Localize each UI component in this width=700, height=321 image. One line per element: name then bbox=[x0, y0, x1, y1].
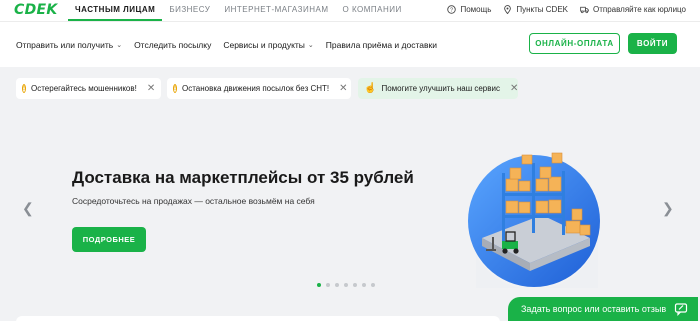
carousel-dot[interactable] bbox=[362, 283, 366, 287]
tab-about[interactable]: О КОМПАНИИ bbox=[336, 0, 409, 21]
hero-title: Доставка на маркетплейсы от 35 рублей bbox=[72, 168, 414, 187]
top-bar: CDEK ЧАСТНЫМ ЛИЦАМ БИЗНЕСУ ИНТЕРНЕТ-МАГА… bbox=[0, 0, 700, 21]
carousel-prev-arrow[interactable]: ❮ bbox=[22, 200, 34, 217]
notice-text: Помогите улучшить наш сервис bbox=[381, 84, 500, 93]
feedback-button[interactable]: Задать вопрос или оставить отзыв bbox=[508, 297, 698, 321]
warning-icon: ! bbox=[173, 84, 177, 93]
chevron-down-icon: ⌄ bbox=[307, 42, 314, 49]
carousel-dot[interactable] bbox=[344, 283, 348, 287]
login-button[interactable]: ВОЙТИ bbox=[628, 33, 677, 54]
notice-feedback-survey[interactable]: ☝ Помогите улучшить наш сервис ✕ bbox=[358, 78, 518, 99]
svg-text:?: ? bbox=[450, 8, 453, 14]
carousel-dot[interactable] bbox=[371, 283, 375, 287]
chevron-down-icon: ⌄ bbox=[116, 42, 123, 49]
warning-icon: ! bbox=[22, 84, 26, 93]
menu-track-parcel-label: Отследить посылку bbox=[134, 40, 212, 50]
legal-entity-link[interactable]: Отправляйте как юрлицо bbox=[580, 5, 686, 14]
tab-business[interactable]: БИЗНЕСУ bbox=[162, 0, 217, 21]
close-icon[interactable]: ✕ bbox=[339, 83, 347, 94]
map-pin-icon bbox=[504, 5, 512, 14]
help-link[interactable]: ? Помощь bbox=[447, 5, 491, 14]
online-payment-button[interactable]: ОНЛАЙН-ОПЛАТА bbox=[529, 33, 620, 54]
notice-fraud-warning[interactable]: ! Остерегайтесь мошенников! ✕ bbox=[16, 78, 161, 99]
carousel-dots bbox=[317, 283, 375, 287]
warehouse-illustration bbox=[468, 152, 600, 288]
menu-delivery-rules[interactable]: Правила приёма и доставки bbox=[326, 40, 437, 50]
notice-text: Остановка движения посылок без СНТ! bbox=[182, 84, 330, 93]
close-icon[interactable]: ✕ bbox=[510, 83, 518, 94]
hero-subtitle: Сосредоточьтесь на продажах — остальное … bbox=[72, 196, 315, 206]
menu-send-receive-label: Отправить или получить bbox=[16, 40, 114, 50]
carousel-dot[interactable] bbox=[353, 283, 357, 287]
audience-tabs: ЧАСТНЫМ ЛИЦАМ БИЗНЕСУ ИНТЕРНЕТ-МАГАЗИНАМ… bbox=[68, 0, 409, 21]
notice-snt-stop[interactable]: ! Остановка движения посылок без СНТ! ✕ bbox=[167, 78, 351, 99]
notice-text: Остерегайтесь мошенников! bbox=[31, 84, 137, 93]
hand-pointer-icon: ☝ bbox=[364, 83, 377, 94]
cdek-logo[interactable]: CDEK bbox=[14, 2, 58, 18]
tab-private[interactable]: ЧАСТНЫМ ЛИЦАМ bbox=[68, 0, 163, 21]
carousel-dot[interactable] bbox=[326, 283, 330, 287]
truck-icon bbox=[580, 6, 589, 14]
carousel-next-arrow[interactable]: ❯ bbox=[662, 200, 674, 217]
legal-entity-label: Отправляйте как юрлицо bbox=[593, 5, 686, 14]
help-icon: ? bbox=[447, 5, 457, 14]
close-icon[interactable]: ✕ bbox=[147, 83, 155, 94]
content-card bbox=[16, 316, 500, 321]
menu-services-products[interactable]: Сервисы и продукты ⌄ bbox=[223, 40, 313, 50]
menu-track-parcel[interactable]: Отследить посылку bbox=[134, 40, 211, 50]
carousel-dot[interactable] bbox=[335, 283, 339, 287]
menu-delivery-rules-label: Правила приёма и доставки bbox=[325, 40, 437, 50]
more-button[interactable]: ПОДРОБНЕЕ bbox=[72, 227, 146, 252]
feedback-label: Задать вопрос или оставить отзыв bbox=[521, 304, 667, 314]
main-menu: Отправить или получить ⌄ Отследить посыл… bbox=[16, 22, 437, 68]
help-link-label: Помощь bbox=[460, 5, 492, 14]
menu-send-receive[interactable]: Отправить или получить ⌄ bbox=[16, 40, 122, 50]
pickup-points-link[interactable]: Пункты CDEK bbox=[503, 5, 568, 14]
pickup-points-label: Пункты CDEK bbox=[516, 5, 568, 14]
top-links: ? Помощь Пункты CDEK Отправляйте как юрл… bbox=[447, 0, 686, 19]
chat-icon bbox=[674, 303, 688, 316]
tab-online-stores[interactable]: ИНТЕРНЕТ-МАГАЗИНАМ bbox=[217, 0, 335, 21]
menu-services-products-label: Сервисы и продукты bbox=[223, 40, 305, 50]
carousel-dot[interactable] bbox=[317, 283, 321, 287]
